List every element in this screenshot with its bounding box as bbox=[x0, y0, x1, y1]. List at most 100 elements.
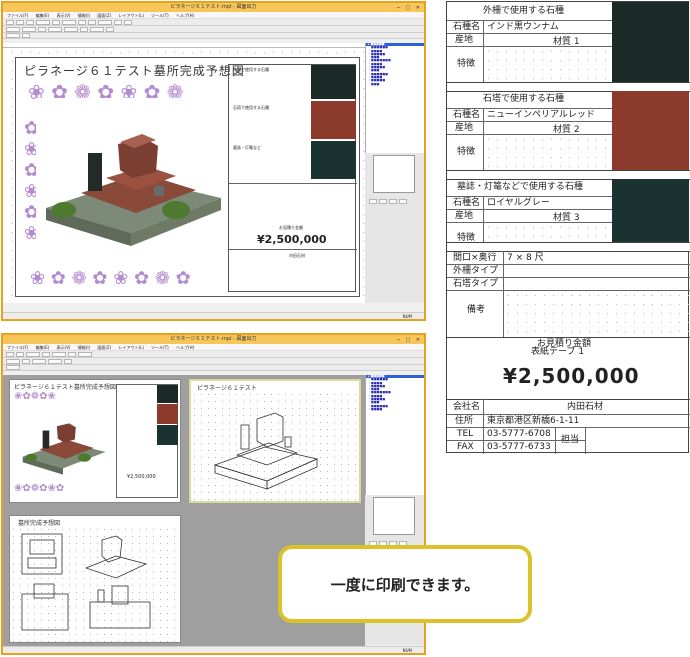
toolbar-button[interactable] bbox=[26, 351, 40, 357]
menu-file[interactable]: ファイル(F) bbox=[7, 345, 28, 350]
toolbar-button[interactable] bbox=[52, 351, 66, 357]
toolbar-button[interactable] bbox=[62, 19, 76, 25]
drawing-canvas[interactable]: ピラネージ６１テスト墓所完成予想図 ❀ ✿ ❁ ✿ ❀ ✿ ❁ ✿❀✿❀✿❀ ✿… bbox=[3, 43, 365, 303]
floral-ornament-icon: ❀✿❁✿❀ bbox=[14, 391, 56, 402]
tree-item[interactable]: ・■■■■ bbox=[366, 407, 424, 411]
menu-file[interactable]: ファイル(F) bbox=[7, 13, 28, 18]
preview-thumbnail[interactable] bbox=[373, 155, 415, 193]
mini-price: ¥2,500,000 bbox=[127, 474, 156, 480]
feature-label: 特徴 bbox=[457, 147, 476, 157]
stone1-name: インド黒ウンナム bbox=[487, 22, 559, 32]
mini-info-table: ¥2,500,000 bbox=[116, 384, 178, 498]
menu-tools[interactable]: ツール(T) bbox=[151, 13, 169, 18]
origin-label: 産地 bbox=[455, 35, 474, 45]
grave-plan-drawings bbox=[21, 533, 151, 631]
toolbar-1 bbox=[3, 19, 424, 26]
toolbar-button[interactable] bbox=[78, 351, 92, 357]
table-grid bbox=[504, 291, 689, 336]
preview-buttons bbox=[369, 199, 421, 207]
menu-layout[interactable]: レイアウト(L) bbox=[119, 13, 144, 18]
side-tree-panel[interactable]: ▸ ■■■■■ ・■■■■■■ ・■■■■ ・■■■■■ ・■■■ ・■■■■■… bbox=[365, 43, 424, 153]
staff-label: 担当 bbox=[561, 435, 580, 445]
stone-swatch-black bbox=[311, 65, 356, 99]
menu-edit[interactable]: 編集(E) bbox=[36, 345, 50, 350]
toolbar-button[interactable] bbox=[48, 26, 62, 32]
toolbar-button[interactable] bbox=[6, 33, 20, 38]
menu-info[interactable]: 情報(I) bbox=[78, 13, 90, 18]
preview-button[interactable] bbox=[369, 199, 377, 204]
toolbar-button[interactable] bbox=[64, 358, 72, 364]
toolbar-button[interactable] bbox=[80, 26, 88, 32]
toolbar-button[interactable] bbox=[52, 19, 60, 25]
menu-info[interactable]: 情報(I) bbox=[78, 345, 90, 350]
callout-box: 一度に印刷できます。 bbox=[278, 545, 532, 623]
address-value: 東京都港区新橋6-1-11 bbox=[487, 416, 580, 426]
section3-header: 墓誌・灯篭などで使用する石種 bbox=[457, 182, 583, 192]
toolbar-button[interactable] bbox=[124, 19, 132, 25]
menu-drawing[interactable]: 図面(Z) bbox=[97, 13, 111, 18]
toolbar-button[interactable] bbox=[42, 351, 50, 357]
preview-thumbnail[interactable] bbox=[373, 497, 415, 535]
stone-swatch-black bbox=[612, 2, 689, 82]
layout-sheet-2[interactable]: ピラネージ６１テスト bbox=[189, 379, 361, 503]
preview-button[interactable] bbox=[399, 199, 407, 204]
menu-view[interactable]: 表示(V) bbox=[57, 345, 71, 350]
toolbar-button[interactable] bbox=[48, 358, 62, 364]
mini-label: 墓誌・灯篭など bbox=[233, 145, 261, 150]
toolbar-button[interactable] bbox=[114, 19, 122, 25]
toolbar-button[interactable] bbox=[6, 26, 20, 32]
layout-sheet-3[interactable]: 墓所完成予想図 bbox=[9, 515, 181, 643]
toolbar-button[interactable] bbox=[6, 351, 14, 357]
menu-help[interactable]: ヘルプ(H) bbox=[176, 13, 194, 18]
menu-bar: ファイル(F) 編集(E) 表示(V) 情報(I) 図面(Z) レイアウト(L)… bbox=[3, 344, 424, 351]
status-bar: NUM bbox=[3, 312, 424, 319]
toolbar-button[interactable] bbox=[38, 26, 46, 32]
estimate-price: ¥2,500,000 bbox=[503, 364, 640, 388]
layout-sheet-1[interactable]: ピラネージ６１テスト墓所完成予想図 ❀✿❁✿❀ ❀✿❁✿❀✿ ¥2,500,00… bbox=[9, 379, 181, 503]
section2-header: 石塔で使用する石種 bbox=[483, 94, 565, 104]
tree-item[interactable]: ・■■■ bbox=[366, 82, 424, 86]
feature-label: 特徴 bbox=[457, 59, 476, 69]
sheet-price: ¥2,500,000 bbox=[257, 233, 327, 246]
floral-ornament-icon: ❀✿❁✿❀✿ bbox=[14, 483, 65, 494]
stone-swatch-red bbox=[311, 101, 356, 139]
stone-swatch-red bbox=[612, 91, 689, 170]
toolbar-button[interactable] bbox=[22, 33, 30, 38]
stone-swatch-red bbox=[157, 404, 178, 424]
toolbar-button[interactable] bbox=[6, 358, 20, 364]
status-bar: NUM bbox=[3, 646, 424, 653]
window-controls[interactable]: ─ □ ✕ bbox=[397, 4, 422, 13]
toolbar-button[interactable] bbox=[16, 19, 24, 25]
menu-help[interactable]: ヘルプ(H) bbox=[176, 345, 194, 350]
preview-button[interactable] bbox=[389, 199, 397, 204]
estimate-sub-label: 表紙テーブ 1 bbox=[531, 347, 585, 357]
toolbar-button[interactable] bbox=[16, 351, 24, 357]
menu-view[interactable]: 表示(V) bbox=[57, 13, 71, 18]
side-tree-panel[interactable]: ▸ ■■■■■ ・■■■■■■ ・■■■■ ・■■■■■ ・■■■ ・■■■■■… bbox=[365, 375, 424, 495]
toolbar-button[interactable] bbox=[88, 19, 96, 25]
toolbar-button[interactable] bbox=[26, 19, 34, 25]
stone-label: 石種名 bbox=[453, 110, 481, 120]
toolbar-button[interactable] bbox=[22, 358, 30, 364]
menu-edit[interactable]: 編集(E) bbox=[36, 13, 50, 18]
top-app-window: ピラネージ６１テスト.mpl - 図面出力 ─ □ ✕ ファイル(F) 編集(E… bbox=[1, 1, 426, 321]
origin-label: 産地 bbox=[455, 211, 474, 221]
toolbar-button[interactable] bbox=[32, 358, 46, 364]
menu-layout[interactable]: レイアウト(L) bbox=[119, 345, 144, 350]
menu-tools[interactable]: ツール(T) bbox=[151, 345, 169, 350]
grave-line-drawing bbox=[213, 412, 319, 490]
toolbar-button[interactable] bbox=[64, 26, 78, 32]
toolbar-button[interactable] bbox=[106, 26, 114, 32]
toolbar-button[interactable] bbox=[22, 26, 36, 32]
toolbar-button[interactable] bbox=[68, 351, 76, 357]
toolbar-button[interactable] bbox=[6, 365, 20, 370]
toolbar-button[interactable] bbox=[98, 19, 112, 25]
toolbar-button[interactable] bbox=[90, 26, 104, 32]
window-controls[interactable]: ─ □ ✕ bbox=[397, 336, 422, 345]
preview-button[interactable] bbox=[379, 199, 387, 204]
toolbar-button[interactable] bbox=[36, 19, 50, 25]
grave-render-image bbox=[22, 423, 106, 475]
menu-drawing[interactable]: 図面(Z) bbox=[97, 345, 111, 350]
toolbar-button[interactable] bbox=[6, 19, 14, 25]
toolbar-button[interactable] bbox=[78, 19, 86, 25]
